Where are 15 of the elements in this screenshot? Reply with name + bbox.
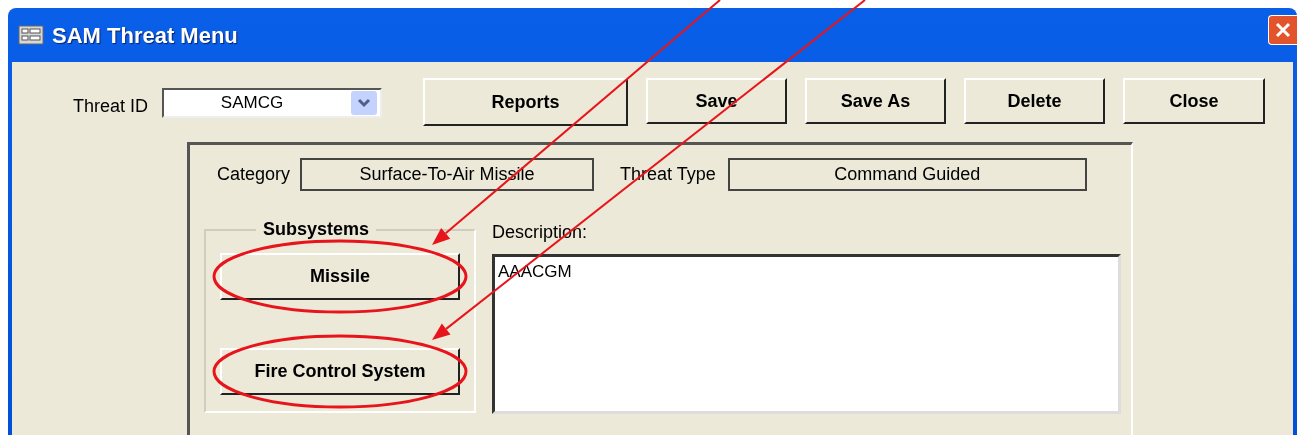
toolbar-button[interactable]: Close [1123,78,1266,124]
close-button[interactable] [1268,15,1297,45]
toolbar-button[interactable]: Save As [805,78,947,124]
toolbar-button[interactable]: Delete [964,78,1106,124]
subsystem-button[interactable]: Missile [220,253,460,300]
form-icon [18,25,44,45]
threat-type-value: Command Guided [727,158,1087,191]
window-title: SAM Threat Menu [52,21,238,50]
category-label: Category [217,163,291,186]
subsystem-button[interactable]: Fire Control System [220,348,460,395]
toolbar-button[interactable]: Reports [423,78,629,126]
threat-id-field[interactable]: SAMCG [162,88,383,118]
threat-id-label: Threat ID [73,95,149,118]
close-icon [1273,20,1293,40]
toolbar-button[interactable]: Save [646,78,788,124]
